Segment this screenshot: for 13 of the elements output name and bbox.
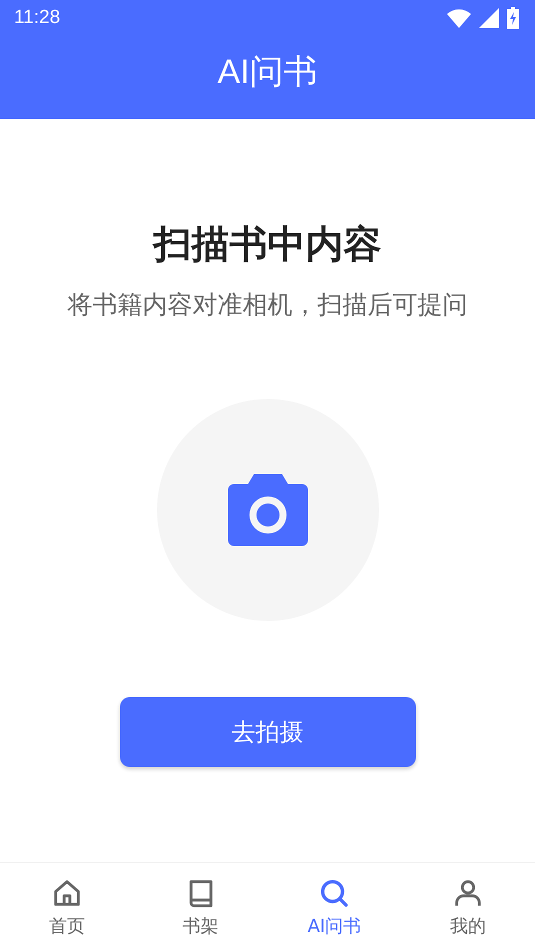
scan-title: 扫描书中内容 xyxy=(154,221,382,268)
scan-subtitle: 将书籍内容对准相机，扫描后可提问 xyxy=(68,289,468,321)
nav-tab[interactable]: 我的 xyxy=(401,863,535,951)
battery-icon xyxy=(507,7,519,29)
status-time: 11:28 xyxy=(14,7,60,29)
nav-tab[interactable]: AI问书 xyxy=(268,863,402,951)
wifi-icon xyxy=(447,8,471,28)
camera-icon xyxy=(228,474,308,546)
take-photo-button[interactable]: 去拍摄 xyxy=(120,697,416,767)
nav-tab[interactable]: 首页 xyxy=(0,863,134,951)
nav-tab[interactable]: 书架 xyxy=(134,863,268,951)
header-title: AI问书 xyxy=(217,52,318,92)
signal-icon xyxy=(479,8,499,28)
